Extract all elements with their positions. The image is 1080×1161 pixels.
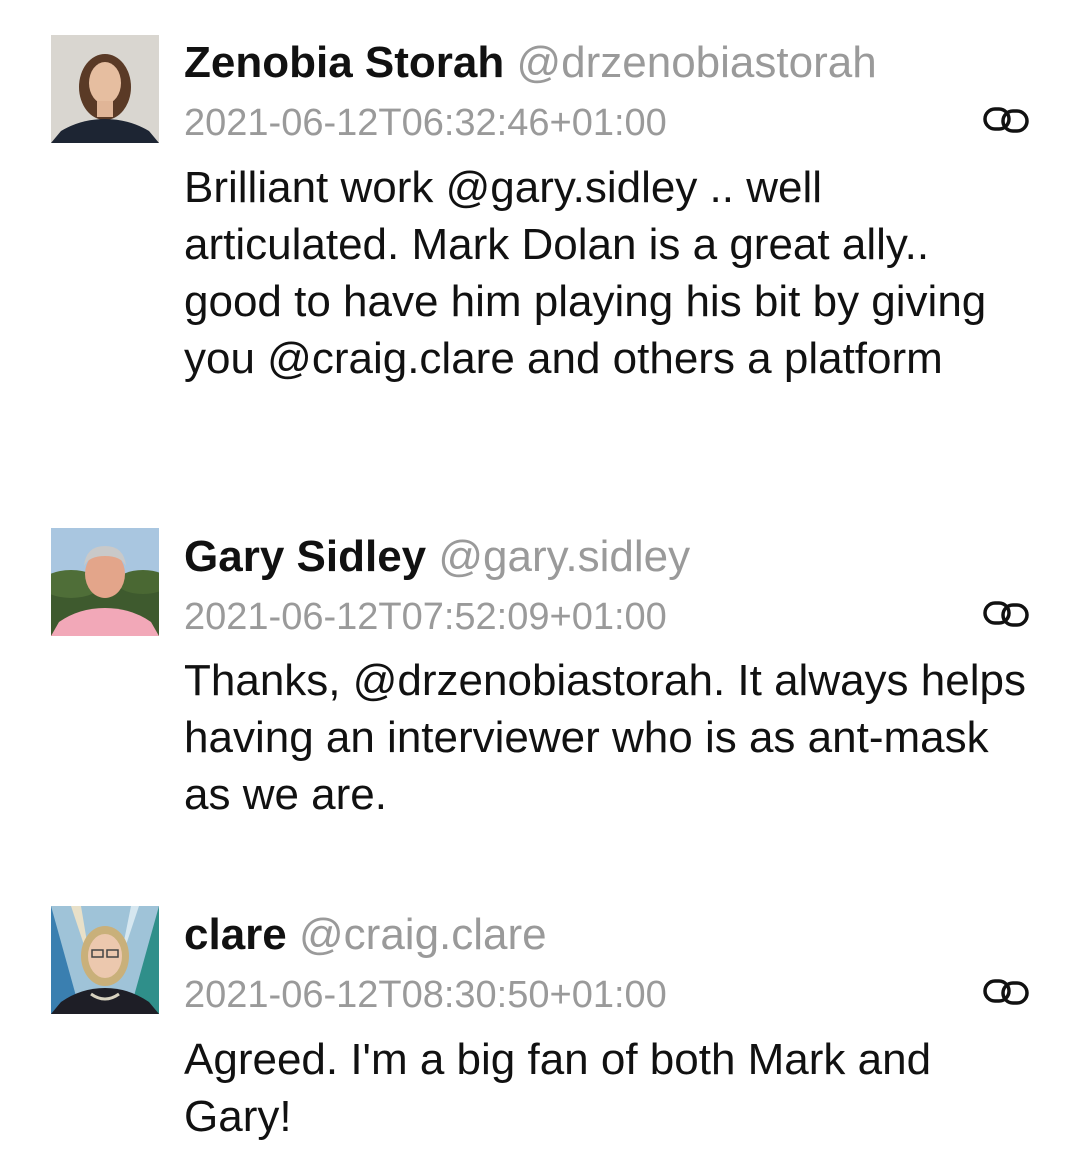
- author-line: Gary Sidley @gary.sidley: [184, 530, 690, 584]
- author-line: clare @craig.clare: [184, 908, 547, 962]
- comment-text: Brilliant work @gary.sidley .. well arti…: [184, 163, 987, 383]
- avatar[interactable]: [51, 906, 159, 1014]
- author-name[interactable]: Zenobia Storah: [184, 38, 504, 87]
- avatar-image: [51, 35, 159, 143]
- author-name[interactable]: Gary Sidley: [184, 532, 426, 581]
- timestamp: 2021-06-12T07:52:09+01:00: [184, 596, 667, 638]
- comment-text: Agreed. I'm a big fan of both Mark and G…: [184, 1035, 932, 1141]
- author-handle[interactable]: @craig.clare: [299, 910, 547, 959]
- comment-item: Zenobia Storah @drzenobiastorah 2021-06-…: [0, 0, 1080, 480]
- comment-item: Gary Sidley @gary.sidley 2021-06-12T07:5…: [0, 480, 1080, 860]
- avatar-image: [51, 906, 159, 1014]
- link-icon[interactable]: [982, 599, 1030, 629]
- avatar[interactable]: [51, 528, 159, 636]
- author-line: Zenobia Storah @drzenobiastorah: [184, 36, 877, 90]
- avatar[interactable]: [51, 35, 159, 143]
- timestamp: 2021-06-12T08:30:50+01:00: [184, 974, 667, 1016]
- author-handle[interactable]: @drzenobiastorah: [516, 38, 876, 87]
- comment-item: clare @craig.clare 2021-06-12T08:30:50+0…: [0, 860, 1080, 1161]
- link-icon[interactable]: [982, 977, 1030, 1007]
- author-handle[interactable]: @gary.sidley: [438, 532, 690, 581]
- comment-text: Thanks, @drzenobiastorah. It always help…: [184, 656, 1026, 819]
- author-name[interactable]: clare: [184, 910, 287, 959]
- avatar-image: [51, 528, 159, 636]
- link-icon[interactable]: [982, 105, 1030, 135]
- timestamp: 2021-06-12T06:32:46+01:00: [184, 102, 667, 144]
